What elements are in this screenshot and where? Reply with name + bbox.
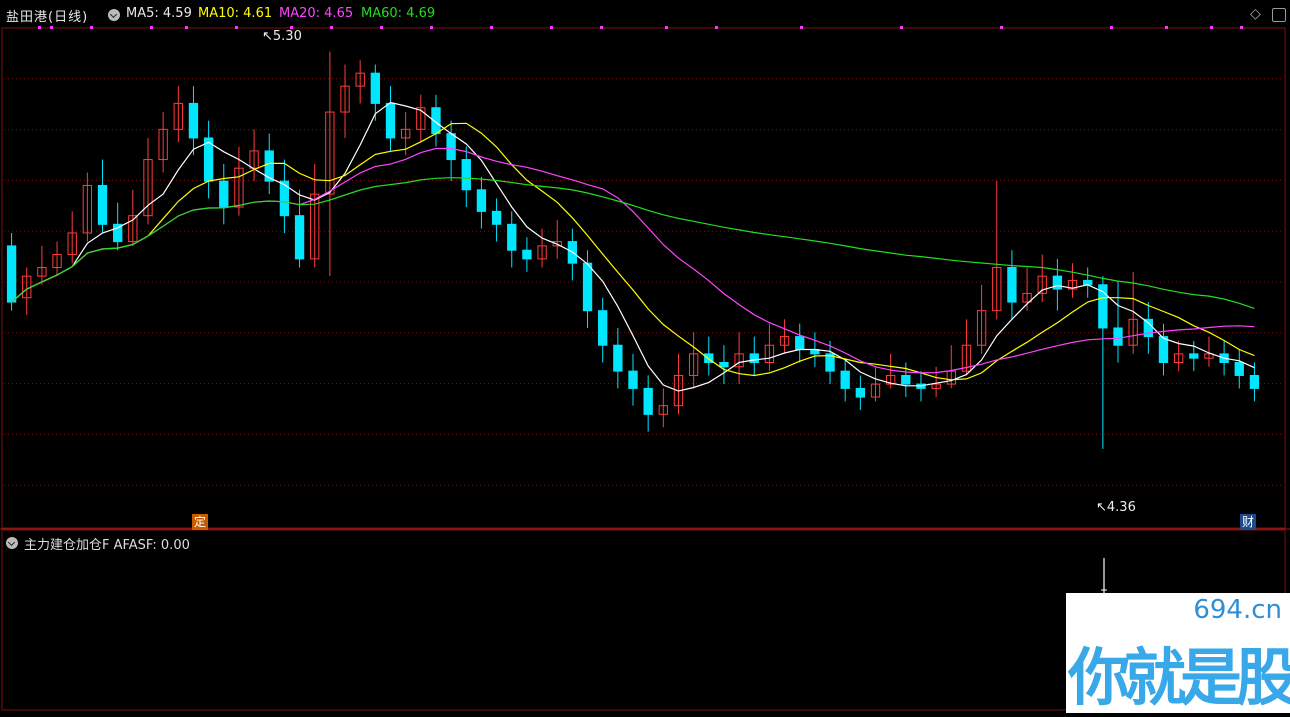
ma5-line [11, 101, 1255, 392]
low-price-label: ↖4.36 [1096, 500, 1136, 515]
signal-dot [800, 26, 803, 29]
candle-body [370, 72, 381, 104]
ma20-line [11, 147, 1255, 374]
cai-marker[interactable]: 财 [1240, 514, 1257, 530]
candle-body [1189, 353, 1199, 359]
indicator-label: 主力建仓加仓F AFASF: 0.00 [24, 538, 190, 553]
signal-dot [430, 26, 433, 29]
signal-dot [235, 26, 238, 29]
signal-dot [715, 26, 718, 29]
candle-body [901, 374, 911, 385]
candle-body [188, 102, 199, 139]
signal-dot [600, 26, 603, 29]
candle-body [855, 387, 866, 398]
signal-dot [550, 26, 553, 29]
candle-body [719, 362, 729, 368]
signal-dot [1240, 26, 1243, 29]
signal-dot [185, 26, 188, 29]
watermark-url: 694.cn [1193, 595, 1282, 625]
candle-body [219, 180, 229, 208]
candle-body [294, 215, 305, 260]
candle-body [522, 249, 532, 260]
candle-body [1249, 374, 1260, 389]
candle-body [1234, 362, 1244, 376]
candle-body [6, 245, 17, 303]
candle-body [1113, 327, 1123, 346]
signal-dot [1210, 26, 1213, 29]
candle-body [795, 336, 805, 351]
candle-body [461, 159, 471, 191]
signal-dot [1000, 26, 1003, 29]
candle-body [476, 189, 487, 212]
ma10-line [11, 122, 1255, 381]
signal-dot [665, 26, 668, 29]
indicator-dropdown-icon[interactable] [6, 537, 18, 549]
candle-body [628, 370, 638, 389]
candle-body [598, 310, 608, 346]
candle-body [446, 133, 456, 161]
candle-body [1007, 267, 1017, 303]
candle-body [643, 387, 653, 415]
candle-body [840, 370, 850, 389]
watermark: 694.cn 你就是股神 [1066, 593, 1290, 714]
high-price-value: 5.30 [272, 29, 302, 44]
signal-dot [1165, 26, 1168, 29]
candle-body [507, 223, 517, 251]
ding-marker[interactable]: 定 [192, 514, 209, 530]
signal-dot [900, 26, 903, 29]
high-price-label: ↖5.30 [262, 29, 302, 44]
candle-body [97, 184, 108, 225]
signal-dot [1110, 26, 1113, 29]
candle-body [385, 102, 396, 139]
candle-body [582, 262, 593, 312]
candle-body [491, 210, 502, 225]
signal-dot [38, 26, 41, 29]
candle-body [1052, 275, 1063, 290]
watermark-slogan: 你就是股神 [1068, 641, 1290, 714]
signal-dot [90, 26, 93, 29]
low-price-value: 4.36 [1106, 500, 1136, 515]
candle-body [1083, 279, 1093, 286]
candle-body [1158, 336, 1169, 364]
signal-dot [490, 26, 493, 29]
signal-dot [150, 26, 153, 29]
signal-dot [330, 26, 333, 29]
candle-body [749, 353, 759, 364]
signal-dot [50, 26, 53, 29]
candle-body [613, 344, 623, 372]
signal-dot [380, 26, 383, 29]
